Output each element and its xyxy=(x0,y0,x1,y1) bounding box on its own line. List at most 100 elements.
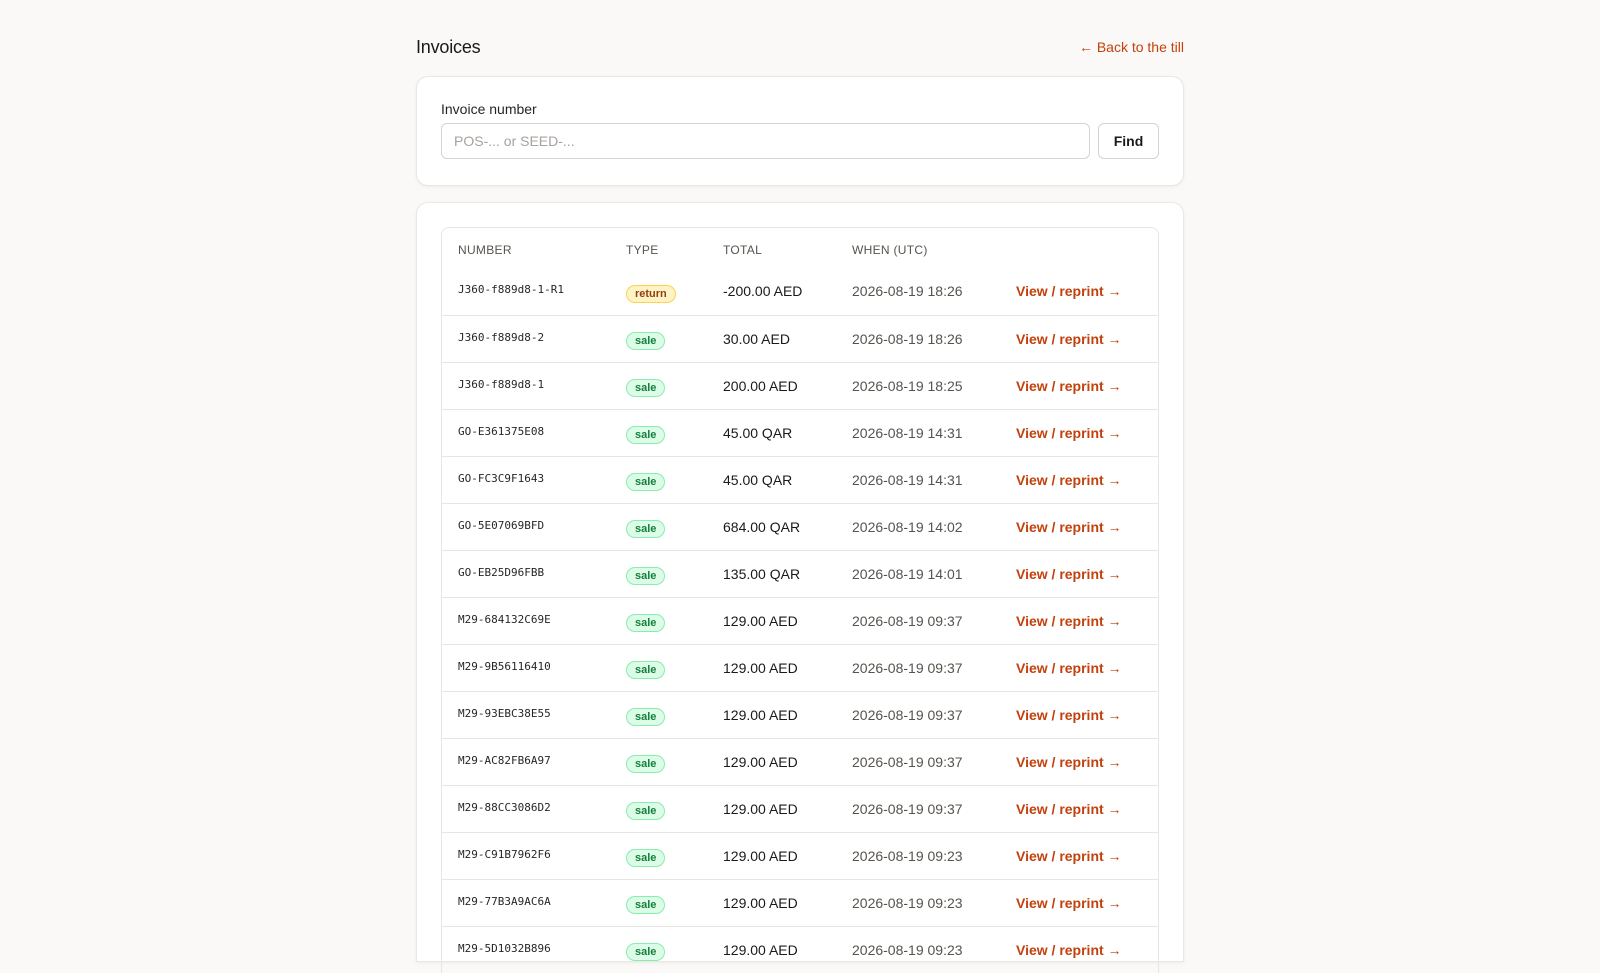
invoice-type-badge: sale xyxy=(626,332,666,350)
view-reprint-link[interactable]: View / reprint → xyxy=(1016,425,1122,441)
invoice-number: M29-93EBC38E55 xyxy=(458,706,551,720)
table-row: J360-f889d8-2 sale 30.00 AED 2026-08-19 18:… xyxy=(442,314,1158,362)
invoice-action-cell: View / reprint → xyxy=(1000,737,1158,785)
table-row: GO-FC3C9F1643 sale 45.00 QAR 2026-08-19 14:… xyxy=(442,455,1158,503)
invoice-number: M29-88CC3086D2 xyxy=(458,800,551,814)
invoice-total: 129.00 AED xyxy=(723,894,798,911)
view-reprint-link[interactable]: View / reprint → xyxy=(1016,942,1122,958)
invoice-total-cell: -200.00 AED xyxy=(707,268,836,315)
invoice-when-cell: 2026-08-19 14:02 xyxy=(836,502,1000,550)
invoice-total-cell: 129.00 AED xyxy=(707,784,836,832)
invoice-number-cell: GO-E361375E08 xyxy=(442,408,610,456)
invoice-when-cell: 2026-08-19 09:37 xyxy=(836,784,1000,832)
invoice-number-cell: M29-88CC3086D2 xyxy=(442,784,610,832)
invoices-list-card: NUMBER TYPE TOTAL WHEN (UTC) J360-f889d8… xyxy=(416,202,1184,973)
invoice-number: GO-E361375E08 xyxy=(458,424,545,438)
invoice-total-cell: 200.00 AED xyxy=(707,361,836,409)
invoice-type-cell: sale xyxy=(610,831,707,879)
invoice-type-cell: sale xyxy=(610,361,707,409)
invoice-when-cell: 2026-08-19 09:23 xyxy=(836,831,1000,879)
invoice-total: 129.00 AED xyxy=(723,753,798,770)
table-row: M29-5D1032B896 sale 129.00 AED 2026-08-19 0… xyxy=(442,925,1158,973)
view-reprint-link[interactable]: View / reprint → xyxy=(1016,519,1122,535)
invoice-action-cell: View / reprint → xyxy=(1000,878,1158,926)
invoice-when: 2026-08-19 09:37 xyxy=(852,753,963,770)
invoice-number: M29-684132C69E xyxy=(458,612,551,626)
invoice-number-cell: J360-f889d8-1 xyxy=(442,361,610,409)
invoice-when-cell: 2026-08-19 18:26 xyxy=(836,268,1000,315)
invoice-total-cell: 129.00 AED xyxy=(707,831,836,879)
invoice-type-badge: sale xyxy=(626,520,666,538)
invoices-table-container: NUMBER TYPE TOTAL WHEN (UTC) J360-f889d8… xyxy=(441,227,1159,973)
view-reprint-link[interactable]: View / reprint → xyxy=(1016,472,1122,488)
invoices-page: Invoices ← Back to the till Invoice numb… xyxy=(416,0,1184,973)
invoice-action-cell: View / reprint → xyxy=(1000,831,1158,879)
view-reprint-link[interactable]: View / reprint → xyxy=(1016,378,1122,394)
invoice-number-cell: GO-FC3C9F1643 xyxy=(442,455,610,503)
invoice-when-cell: 2026-08-19 14:31 xyxy=(836,455,1000,503)
invoice-type-badge: sale xyxy=(626,755,666,773)
invoice-when: 2026-08-19 14:02 xyxy=(852,518,963,535)
invoice-when-cell: 2026-08-19 09:37 xyxy=(836,596,1000,644)
search-row: Find xyxy=(441,123,1159,159)
invoice-type-badge: sale xyxy=(626,473,666,491)
invoice-action-cell: View / reprint → xyxy=(1000,549,1158,597)
column-header-number: NUMBER xyxy=(458,243,512,257)
column-header-type: TYPE xyxy=(626,243,659,257)
search-card: Invoice number Find xyxy=(416,76,1184,186)
invoice-when-cell: 2026-08-19 09:37 xyxy=(836,643,1000,691)
invoice-type-badge: sale xyxy=(626,426,666,444)
invoice-when-cell: 2026-08-19 09:37 xyxy=(836,737,1000,785)
view-reprint-link[interactable]: View / reprint → xyxy=(1016,848,1122,864)
invoice-type-cell: sale xyxy=(610,408,707,456)
table-row: GO-5E07069BFD sale 684.00 QAR 2026-08-19 14… xyxy=(442,502,1158,550)
invoice-type-cell: sale xyxy=(610,596,707,644)
invoice-when-cell: 2026-08-19 09:37 xyxy=(836,690,1000,738)
invoice-when: 2026-08-19 09:37 xyxy=(852,612,963,629)
invoice-when-cell: 2026-08-19 14:31 xyxy=(836,408,1000,456)
find-button[interactable]: Find xyxy=(1098,123,1159,159)
invoice-when: 2026-08-19 09:23 xyxy=(852,847,963,864)
invoice-type-badge: sale xyxy=(626,943,666,962)
invoice-number-input[interactable] xyxy=(441,123,1090,159)
invoice-when: 2026-08-19 18:25 xyxy=(852,377,963,394)
invoice-when: 2026-08-19 09:23 xyxy=(852,894,963,911)
view-reprint-link[interactable]: View / reprint → xyxy=(1016,801,1122,817)
back-to-till-link[interactable]: ← Back to the till xyxy=(1079,39,1184,55)
invoice-total-cell: 30.00 AED xyxy=(707,314,836,362)
table-row: M29-C91B7962F6 sale 129.00 AED 2026-08-19 0… xyxy=(442,831,1158,879)
invoice-number-cell: GO-EB25D96FBB xyxy=(442,549,610,597)
invoice-number: M29-5D1032B896 xyxy=(458,941,551,955)
invoice-when-cell: 2026-08-19 14:01 xyxy=(836,549,1000,597)
invoice-action-cell: View / reprint → xyxy=(1000,784,1158,832)
invoice-number-cell: M29-AC82FB6A97 xyxy=(442,737,610,785)
table-row: M29-684132C69E sale 129.00 AED 2026-08-19 0… xyxy=(442,596,1158,644)
invoice-total: 129.00 AED xyxy=(723,941,798,958)
invoice-total: 129.00 AED xyxy=(723,659,798,676)
invoice-when: 2026-08-19 18:26 xyxy=(852,330,963,347)
invoice-total: 45.00 QAR xyxy=(723,424,793,441)
invoice-number: J360-f889d8-2 xyxy=(458,330,545,344)
invoice-type-badge: sale xyxy=(626,379,666,397)
view-reprint-link[interactable]: View / reprint → xyxy=(1016,754,1122,770)
invoice-type-cell: sale xyxy=(610,455,707,503)
table-header-row: NUMBER TYPE TOTAL WHEN (UTC) xyxy=(442,228,1158,268)
invoice-number: J360-f889d8-1-R1 xyxy=(458,283,564,297)
view-reprint-link[interactable]: View / reprint → xyxy=(1016,566,1122,582)
view-reprint-link[interactable]: View / reprint → xyxy=(1016,660,1122,676)
invoice-number: M29-AC82FB6A97 xyxy=(458,753,551,767)
view-reprint-link[interactable]: View / reprint → xyxy=(1016,283,1122,299)
table-row: M29-93EBC38E55 sale 129.00 AED 2026-08-19 0… xyxy=(442,690,1158,738)
invoice-when-cell: 2026-08-19 09:23 xyxy=(836,878,1000,926)
view-reprint-link[interactable]: View / reprint → xyxy=(1016,707,1122,723)
invoice-number: J360-f889d8-1 xyxy=(458,377,545,391)
invoice-number-cell: GO-5E07069BFD xyxy=(442,502,610,550)
invoice-type-badge: sale xyxy=(626,661,666,679)
invoice-total: 200.00 AED xyxy=(723,377,798,394)
view-reprint-link[interactable]: View / reprint → xyxy=(1016,331,1122,347)
invoice-number-label: Invoice number xyxy=(441,101,537,117)
invoices-table-body: J360-f889d8-1-R1 return -200.00 AED 2026-08… xyxy=(442,268,1158,973)
view-reprint-link[interactable]: View / reprint → xyxy=(1016,613,1122,629)
page-header: Invoices ← Back to the till xyxy=(416,0,1184,76)
view-reprint-link[interactable]: View / reprint → xyxy=(1016,895,1122,911)
